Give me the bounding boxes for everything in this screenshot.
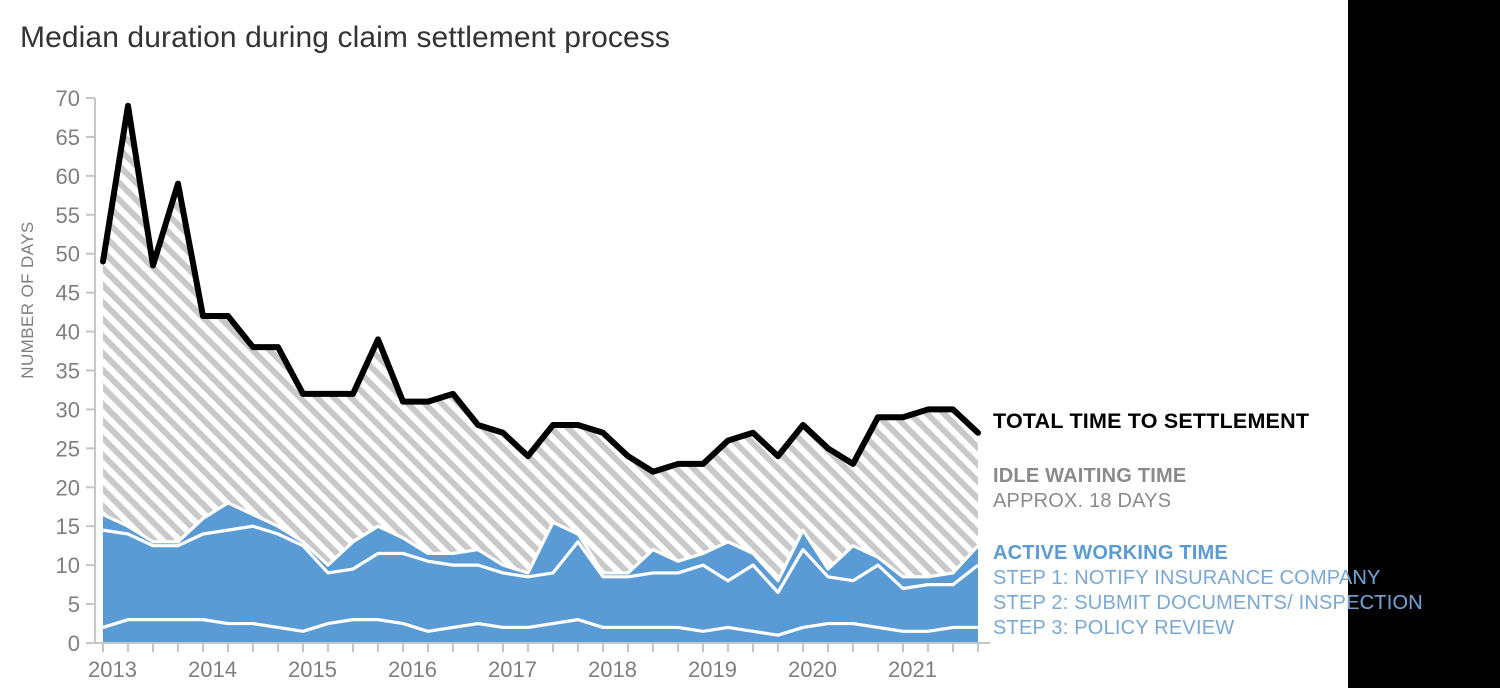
area-chart-svg: 0510152025303540455055606570 2013 2014 201… [56,86,990,682]
y-tick-label: 70 [56,86,80,111]
x-tick-labels: 2013 2014 2015 2016 2017 2018 2019 2020 2021 [88,657,937,682]
y-tick-label: 50 [56,242,80,267]
y-tick-label: 10 [56,553,80,578]
y-tick-label: 0 [68,631,80,656]
y-tick-label: 65 [56,125,80,150]
y-tick-label: 35 [56,359,80,384]
y-tick-label: 30 [56,397,80,422]
x-tick-label: 2018 [588,657,637,682]
y-tick-label: 5 [68,592,80,617]
x-tick-label: 2013 [88,657,137,682]
y-tick-labels: 0 5 10 15 20 25 30 35 40 45 50 55 60 65 70 [56,86,80,656]
y-tick-label: 60 [56,164,80,189]
x-tick-label: 2017 [488,657,537,682]
y-tick-label: 55 [56,203,80,228]
legend: TOTAL TIME TO SETTLEMENT IDLE WAITING TI… [993,408,1500,641]
x-tick-label: 2014 [188,657,237,682]
x-tick-label: 2021 [888,657,937,682]
legend-step-2: STEP 2: SUBMIT DOCUMENTS/ INSPECTION [993,592,1423,614]
stacked-areas [102,105,980,643]
legend-idle-waiting-time: IDLE WAITING TIME [993,465,1187,487]
y-tick-label: 25 [56,436,80,461]
y-tick-label: 15 [56,514,80,539]
legend-total-time: TOTAL TIME TO SETTLEMENT [993,409,1310,433]
legend-step-3: STEP 3: POLICY REVIEW [993,617,1235,639]
plot-area: NUMBER OF DAYS 0 5 10 15 20 25 30 35 40 45 50 55 60 6… [0,0,1000,688]
chart-screenshot: Median duration during claim settlement … [0,0,1500,688]
x-tick-label: 2020 [788,657,837,682]
x-tick-label: 2019 [688,657,737,682]
legend-active-working-time: ACTIVE WORKING TIME [993,542,1228,564]
x-tick-label: 2016 [388,657,437,682]
x-tick-label: 2015 [288,657,337,682]
legend-step-1: STEP 1: NOTIFY INSURANCE COMPANY [993,567,1381,589]
y-tick-label: 20 [56,475,80,500]
y-tick-label: 45 [56,281,80,306]
legend-idle-approx: APPROX. 18 DAYS [993,490,1172,512]
y-tick-label: 40 [56,320,80,345]
